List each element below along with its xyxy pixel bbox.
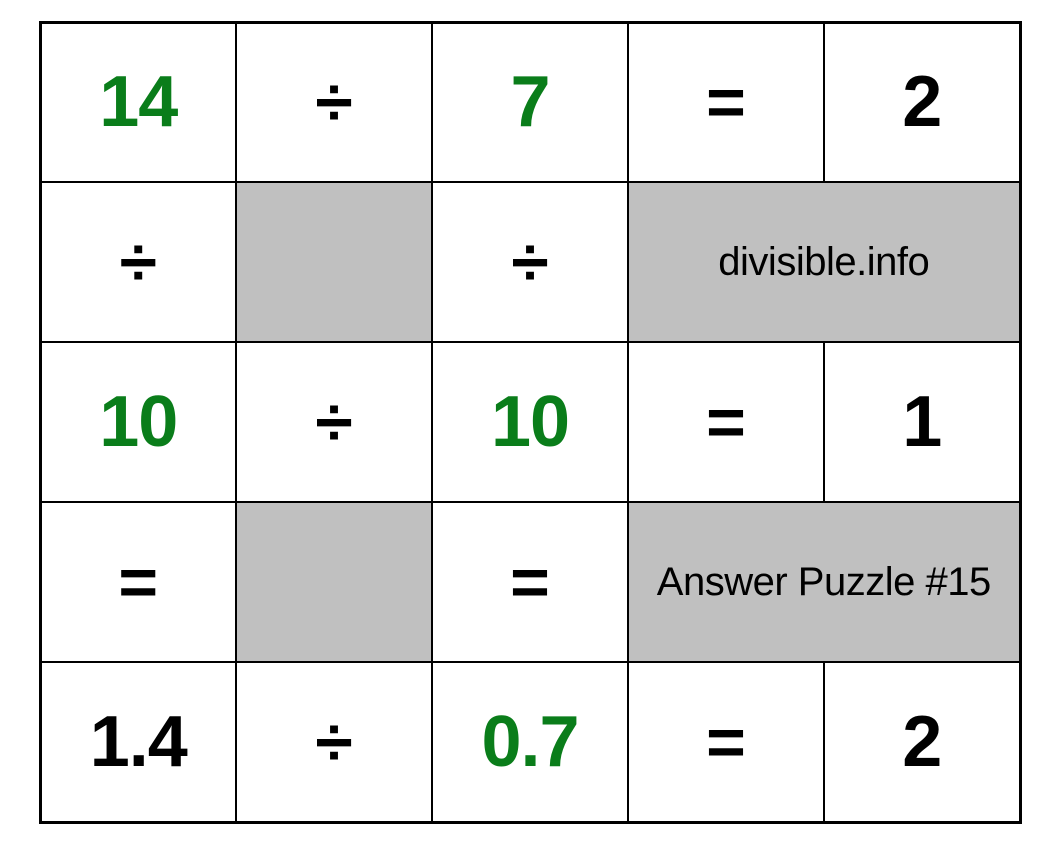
cell-r3c2: =: [510, 544, 550, 620]
cell-r2c0: 10: [99, 382, 177, 462]
cell-r0c1: ÷: [315, 64, 352, 140]
cell-r0c0: 14: [99, 62, 177, 142]
cell-r4c2: 0.7: [481, 702, 578, 782]
puzzle-row-3: 10 ÷ 10 = 1: [40, 342, 1020, 502]
cell-r2c4: 1: [902, 382, 941, 462]
cell-r1c0: ÷: [120, 224, 157, 300]
cell-r1c2: ÷: [511, 224, 548, 300]
cell-r3c1-blank: [236, 502, 432, 662]
cell-r0c2: 7: [510, 62, 549, 142]
puzzle-number-label: Answer Puzzle #15: [657, 560, 991, 604]
cell-r2c2: 10: [491, 382, 569, 462]
cell-r2c3: =: [706, 384, 746, 460]
cell-r4c1: ÷: [315, 704, 352, 780]
puzzle-row-2: ÷ ÷ divisible.info: [40, 182, 1020, 342]
brand-label: divisible.info: [718, 240, 929, 284]
puzzle-row-1: 14 ÷ 7 = 2: [40, 22, 1020, 182]
cell-r0c4: 2: [902, 62, 941, 142]
cell-r2c1: ÷: [315, 384, 352, 460]
cell-r3c0: =: [118, 544, 158, 620]
cell-r4c4: 2: [902, 702, 941, 782]
cell-r4c0: 1.4: [90, 702, 187, 782]
cell-r4c3: =: [706, 704, 746, 780]
puzzle-row-4: = = Answer Puzzle #15: [40, 502, 1020, 662]
cell-r1c1-blank: [236, 182, 432, 342]
division-puzzle-grid: 14 ÷ 7 = 2 ÷ ÷ divisible.info 10 ÷ 10 = …: [39, 21, 1022, 824]
puzzle-row-5: 1.4 ÷ 0.7 = 2: [40, 662, 1020, 822]
cell-r0c3: =: [706, 64, 746, 140]
